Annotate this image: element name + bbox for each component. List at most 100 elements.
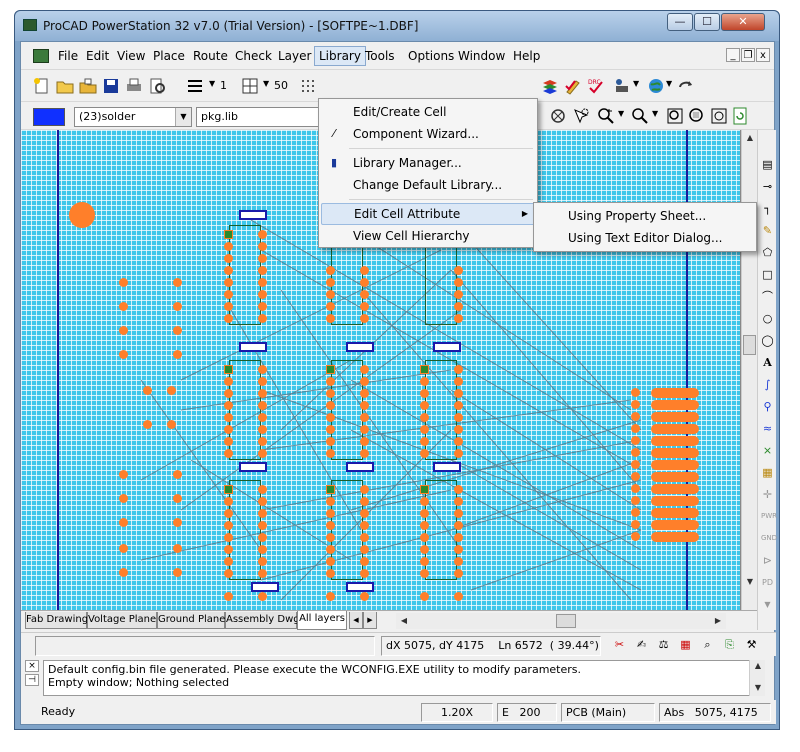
route-icon[interactable]: ┐ [761,202,774,215]
print-icon[interactable] [125,77,143,95]
redo-icon[interactable] [677,77,695,95]
select-tool-icon[interactable] [572,107,590,125]
console-scroll-down-icon[interactable]: ▼ [750,682,766,694]
console-close-icon[interactable]: × [25,660,39,672]
document-icon[interactable] [33,49,49,63]
menu-check[interactable]: Check [231,46,276,66]
arc-icon[interactable]: ⌒ [761,290,774,303]
ellipse-icon[interactable]: ○ [761,312,774,325]
scroll-right-icon[interactable]: ▶ [710,613,726,629]
tab-scroll-right-icon[interactable]: ▶ [363,612,377,629]
mdi-restore-button[interactable]: ❐ [741,48,755,62]
via-icon[interactable]: ⚲ [761,400,774,413]
properties-icon[interactable]: ✍ [635,638,648,651]
open-folder-icon[interactable] [56,77,74,95]
tab-scroll-left-icon[interactable]: ◀ [349,612,363,629]
menu-tools[interactable]: Tools [361,46,399,66]
menu-item-component-wizard[interactable]: ⁄ Component Wizard... [321,123,535,145]
grid-dropdown-icon[interactable]: ▼ [263,79,269,88]
menu-item-using-text-editor-dialog[interactable]: Using Text Editor Dialog... [536,227,754,249]
power-symbol-icon[interactable]: PWR [761,510,777,523]
find-icon[interactable]: ⌕ [701,638,714,651]
text-icon[interactable]: A [761,356,774,369]
menu-item-edit-cell-attribute[interactable]: Edit Cell Attribute ▶ [321,203,535,225]
menu-view[interactable]: View [113,46,149,66]
grid-toggle-icon[interactable] [299,77,317,95]
save-icon[interactable] [102,77,120,95]
copy-icon[interactable]: ⎘ [723,638,736,651]
console-pin-icon[interactable]: ⊣ [25,674,39,686]
globe-dropdown-icon[interactable]: ▼ [666,79,672,88]
bus-icon[interactable]: ≈ [761,422,774,435]
command-line[interactable] [35,636,375,656]
new-file-icon[interactable] [33,77,51,95]
place-pin-icon[interactable]: ⊸ [761,180,774,193]
vertical-scroll-thumb[interactable] [743,335,756,355]
globe-icon[interactable] [647,77,665,95]
offpage-icon[interactable]: PD [761,576,774,589]
menu-item-using-property-sheet[interactable]: Using Property Sheet... [536,205,754,227]
menu-route[interactable]: Route [189,46,232,66]
zoom-out-dropdown-icon[interactable]: ▼ [652,109,658,118]
netlist-icon[interactable] [613,77,631,95]
console-scroll-up-icon[interactable]: ▲ [750,660,766,672]
table-icon[interactable]: ▦ [679,638,692,651]
maximize-button[interactable]: ☐ [694,13,720,31]
zoom-fit-icon[interactable] [688,107,706,125]
place-component-icon[interactable]: ▤ [761,158,774,171]
menu-file[interactable]: File [54,46,82,66]
menu-window[interactable]: Window [454,46,509,66]
tab-ground-plane[interactable]: Ground Plane [157,612,225,629]
tab-assembly-dwg[interactable]: Assembly Dwg [225,612,300,629]
rectangle-icon[interactable]: □ [761,268,774,281]
measure-icon[interactable]: ⚖ [657,638,670,651]
tab-fab-drawing[interactable]: Fab Drawing [25,612,88,629]
menu-library[interactable]: Library [314,46,366,66]
drc-check-icon[interactable]: DRC [587,77,605,95]
scroll-up-icon[interactable]: ▲ [742,130,758,146]
menu-item-edit-create-cell[interactable]: Edit/Create Cell [321,101,535,123]
fill-area-icon[interactable]: ▦ [761,466,774,479]
zoom-window-icon[interactable] [666,107,684,125]
console-scrollbar[interactable]: ▲ ▼ [749,660,765,696]
tab-all-layers[interactable]: All layers [297,611,347,630]
menu-item-change-default-library[interactable]: Change Default Library... [321,174,535,196]
mdi-close-button[interactable]: x [756,48,770,62]
netlist-dropdown-icon[interactable]: ▼ [633,79,639,88]
mdi-minimize-button[interactable]: _ [726,48,740,62]
pencil-icon[interactable]: ✎ [761,224,774,237]
palette-scroll-down-icon[interactable]: ▼ [761,598,774,611]
zoom-all-icon[interactable] [710,107,728,125]
horizontal-scrollbar[interactable]: ◀ ▶ [396,613,726,629]
circle-icon[interactable]: ◯ [761,334,774,347]
line-width-icon[interactable] [186,77,204,95]
print-preview-icon[interactable] [148,77,166,95]
grid-size-icon[interactable] [241,77,259,95]
pencil-check-icon[interactable] [564,77,582,95]
cross-probe-icon[interactable]: ⨯ [761,444,774,457]
delete-icon[interactable]: ✂ [613,638,626,651]
zoom-in-icon[interactable] [597,107,615,125]
layers-icon[interactable] [541,77,559,95]
open-project-icon[interactable] [79,77,97,95]
layer-color-swatch[interactable] [33,108,65,126]
minimize-button[interactable]: — [667,13,693,31]
line-width-dropdown-icon[interactable]: ▼ [209,79,215,88]
tools-icon[interactable]: ⚒ [745,638,758,651]
menu-item-library-manager[interactable]: ▮ Library Manager... [321,152,535,174]
menu-edit[interactable]: Edit [82,46,113,66]
library-select[interactable]: pkg.lib [196,107,318,127]
tab-voltage-plane[interactable]: Voltage Plane [87,612,157,629]
menu-place[interactable]: Place [149,46,189,66]
menu-options[interactable]: Options [404,46,458,66]
ground-symbol-icon[interactable]: GND [761,532,777,545]
port-icon[interactable]: ⊳ [761,554,774,567]
menu-item-view-cell-hierarchy[interactable]: View Cell Hierarchy [321,225,535,247]
polygon-icon[interactable]: ⬠ [761,246,774,259]
title-bar[interactable]: ProCAD PowerStation 32 v7.0 (Trial Versi… [15,11,779,41]
menu-layer[interactable]: Layer [274,46,315,66]
no-select-icon[interactable] [549,107,567,125]
zoom-in-dropdown-icon[interactable]: ▼ [618,109,624,118]
chevron-down-icon[interactable]: ▼ [175,108,191,126]
zoom-out-icon[interactable] [631,107,649,125]
